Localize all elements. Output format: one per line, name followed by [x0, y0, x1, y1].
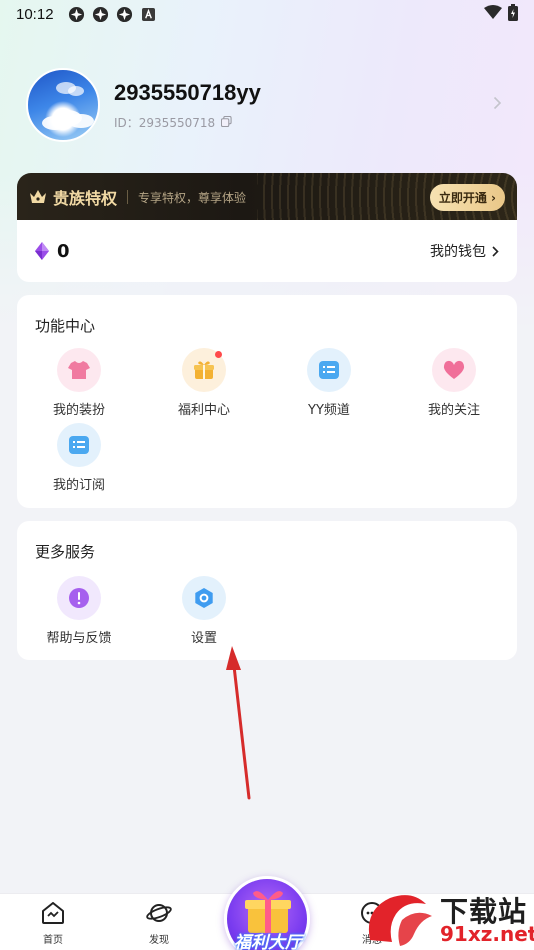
welfare-center-item[interactable]: 福利中心 — [154, 348, 254, 418]
more-services-panel: 更多服务 帮助与反馈 设置 — [17, 521, 517, 660]
copy-icon[interactable] — [221, 115, 232, 130]
user-id: ID：2935550718 — [114, 114, 232, 131]
crown-icon — [29, 189, 47, 205]
wifi-icon — [484, 5, 502, 23]
text-notification-icon — [140, 5, 158, 23]
status-bar: 10:12 — [0, 0, 534, 28]
welfare-hall-label: 福利大厅 — [234, 933, 302, 950]
grid-item-label: 我的关注 — [427, 403, 480, 418]
heart-icon — [432, 348, 476, 392]
home-icon — [42, 902, 64, 924]
watermark-logo-icon — [368, 895, 432, 946]
annotation-arrow — [226, 646, 251, 800]
diamond-icon — [35, 242, 49, 260]
channel-icon — [307, 348, 351, 392]
chevron-right-icon[interactable] — [493, 94, 502, 115]
vip-subtitle: 专享特权，尊享体验 — [138, 190, 247, 205]
vip-open-label: 立即开通 — [438, 190, 487, 205]
grid-item-label: 我的订阅 — [52, 478, 105, 493]
my-follows-item[interactable]: 我的关注 — [404, 348, 504, 418]
discover-icon — [146, 904, 172, 922]
function-center-title: 功能中心 — [35, 317, 96, 335]
battery-icon — [508, 3, 518, 25]
shirt-icon — [57, 348, 101, 392]
my-outfit-item[interactable]: 我的装扮 — [29, 348, 129, 418]
chevron-right-icon — [492, 245, 499, 257]
watermark-url: 91xz.net — [440, 922, 534, 946]
help-icon — [57, 576, 101, 620]
yy-channel-item[interactable]: YY频道 — [279, 348, 379, 418]
nav-label: 发现 — [149, 935, 169, 946]
user-id-text: ID：2935550718 — [114, 116, 216, 130]
subscribe-icon — [57, 423, 101, 467]
grid-item-label: 帮助与反馈 — [46, 631, 112, 646]
site-watermark: 下载站 91xz.net — [360, 886, 534, 950]
settings-item[interactable]: 设置 — [154, 576, 254, 646]
gift-box-icon — [245, 891, 291, 933]
gift-icon — [182, 348, 226, 392]
avatar[interactable] — [26, 68, 100, 142]
my-wallet-link[interactable]: 我的钱包 — [430, 241, 499, 261]
profile-header[interactable]: 2935550718yy ID：2935550718 — [26, 68, 506, 142]
more-services-title: 更多服务 — [35, 543, 96, 561]
settings-icon — [182, 576, 226, 620]
nav-home[interactable]: 首页 — [23, 902, 83, 946]
app-notification-icon — [92, 5, 110, 23]
vip-divider — [127, 190, 129, 204]
function-center-panel: 功能中心 我的装扮 福利中心 YY频道 我的关注 我的订阅 — [17, 295, 517, 508]
notification-badge — [215, 351, 222, 358]
wallet-card[interactable]: 0 我的钱包 — [17, 220, 517, 282]
chevron-right-icon: › — [486, 190, 496, 205]
wallet-balance: 0 — [57, 240, 70, 262]
grid-item-label: 我的装扮 — [52, 403, 105, 418]
nav-discover[interactable]: 发现 — [129, 902, 189, 946]
vip-banner[interactable]: 贵族特权 专享特权，尊享体验 立即开通 › — [17, 173, 517, 221]
grid-item-label: 福利中心 — [177, 403, 230, 418]
vip-title: 贵族特权 — [53, 189, 118, 208]
status-time: 10:12 — [16, 5, 54, 23]
my-subscriptions-item[interactable]: 我的订阅 — [29, 423, 129, 493]
vip-open-button[interactable]: 立即开通 › — [429, 183, 505, 211]
username: 2935550718yy — [114, 80, 261, 105]
grid-item-label: YY频道 — [308, 403, 350, 418]
app-notification-icon — [68, 5, 86, 23]
app-notification-icon — [116, 5, 134, 23]
help-feedback-item[interactable]: 帮助与反馈 — [29, 576, 129, 646]
my-wallet-label: 我的钱包 — [430, 244, 486, 260]
nav-label: 首页 — [43, 935, 63, 946]
